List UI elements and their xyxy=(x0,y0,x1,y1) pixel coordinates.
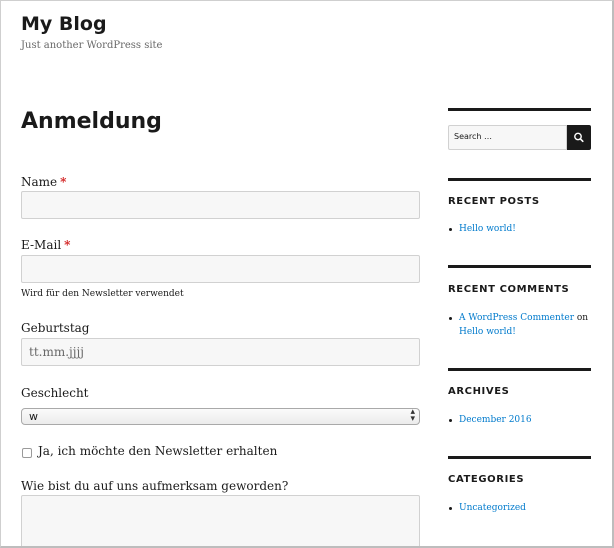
archive-link[interactable]: December 2016 xyxy=(459,415,532,425)
recent-comments-title: RECENT COMMENTS xyxy=(448,284,570,295)
required-mark: * xyxy=(64,238,71,252)
source-textarea[interactable] xyxy=(21,495,420,546)
email-hint: Wird für den Newsletter verwendet xyxy=(21,289,184,299)
comment-author-link[interactable]: A WordPress Commenter xyxy=(459,313,574,323)
comment-post-link[interactable]: Hello world! xyxy=(459,327,516,337)
archives-title: ARCHIVES xyxy=(448,386,510,397)
widget-divider xyxy=(448,456,591,459)
birthday-input[interactable]: tt.mm.jjjj xyxy=(21,338,420,366)
search-icon xyxy=(574,132,584,143)
list-item: Uncategorized xyxy=(448,501,591,515)
birthday-placeholder: tt.mm.jjjj xyxy=(29,345,84,359)
recent-comments-list: A WordPress Commenter on Hello world! xyxy=(448,311,591,339)
recent-posts-title: RECENT POSTS xyxy=(448,196,540,207)
newsletter-checkbox[interactable] xyxy=(22,448,32,458)
recent-post-link[interactable]: Hello world! xyxy=(459,224,516,234)
email-label: E-Mail * xyxy=(21,238,70,252)
list-item: A WordPress Commenter on Hello world! xyxy=(448,311,591,339)
recent-posts-list: Hello world! xyxy=(448,222,591,236)
categories-title: CATEGORIES xyxy=(448,474,525,485)
email-input[interactable] xyxy=(21,255,420,283)
name-label-text: Name xyxy=(21,175,58,189)
search-button[interactable] xyxy=(567,125,591,150)
page-title: Anmeldung xyxy=(21,109,162,134)
archives-list: December 2016 xyxy=(448,413,591,427)
widget-divider xyxy=(448,178,591,181)
name-label: Name * xyxy=(21,175,66,189)
email-label-text: E-Mail xyxy=(21,238,62,252)
widget-divider xyxy=(448,108,591,111)
list-item: December 2016 xyxy=(448,413,591,427)
widget-divider xyxy=(448,368,591,371)
select-arrows-icon: ▴ ▾ xyxy=(410,407,415,424)
browser-viewport: My Blog Just another WordPress site Anme… xyxy=(0,0,614,548)
name-input[interactable] xyxy=(21,191,420,219)
site-title[interactable]: My Blog xyxy=(21,13,107,35)
source-label: Wie bist du auf uns aufmerksam geworden? xyxy=(21,479,289,493)
list-item: Hello world! xyxy=(448,222,591,236)
widget-divider xyxy=(448,265,591,268)
newsletter-checkbox-label[interactable]: Ja, ich möchte den Newsletter erhalten xyxy=(38,444,277,458)
comment-connector: on xyxy=(576,313,589,323)
required-mark: * xyxy=(60,175,67,189)
site-description: Just another WordPress site xyxy=(21,40,163,51)
search-input[interactable]: Search … xyxy=(448,125,567,150)
birthday-label: Geburtstag xyxy=(21,321,90,335)
categories-list: Uncategorized xyxy=(448,501,591,515)
category-link[interactable]: Uncategorized xyxy=(459,503,526,513)
gender-label: Geschlecht xyxy=(21,386,89,400)
gender-select[interactable]: w ▴ ▾ xyxy=(21,408,420,425)
search-placeholder: Search … xyxy=(454,132,493,141)
gender-select-value: w xyxy=(29,410,38,423)
